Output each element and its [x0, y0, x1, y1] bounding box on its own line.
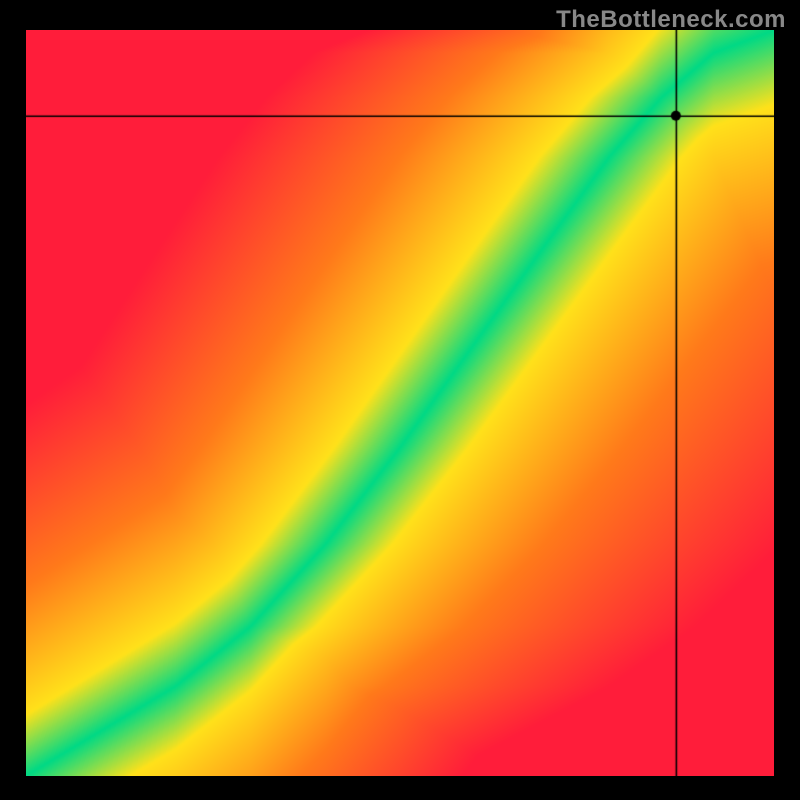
chart-frame: TheBottleneck.com — [0, 0, 800, 800]
heatmap-canvas — [26, 30, 774, 776]
watermark-label: TheBottleneck.com — [556, 6, 786, 34]
